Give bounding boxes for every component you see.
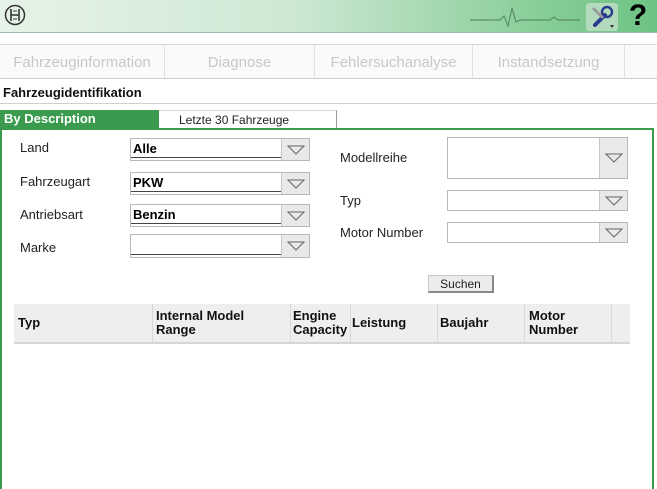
chevron-down-icon[interactable] [281,139,309,160]
motor-number-label: Motor Number [340,225,424,240]
land-label: Land [20,140,49,155]
typ-select[interactable] [447,190,628,211]
modellreihe-select[interactable] [447,137,628,179]
column-header-internal-model-range[interactable]: Internal Model Range [156,304,284,342]
chevron-down-icon[interactable] [599,191,627,210]
column-header-motor-number[interactable]: Motor Number [529,304,609,342]
chevron-down-icon[interactable] [281,205,309,226]
top-bar: ? [0,0,657,33]
page-title: Fahrzeugidentifikation [3,85,142,100]
column-header-typ[interactable]: Typ [18,304,148,342]
main-navigation: Fahrzeuginformation Diagnose Fehlersucha… [0,45,657,79]
antriebsart-label: Antriebsart [20,207,83,222]
chevron-down-icon[interactable] [599,138,627,178]
wrench-settings-icon[interactable] [586,3,618,31]
fahrzeugart-label: Fahrzeugart [20,174,91,189]
tab-diagnose[interactable]: Diagnose [165,45,315,78]
marke-label: Marke [20,240,57,255]
modellreihe-label: Modellreihe [340,150,408,165]
chevron-down-icon[interactable] [281,173,309,194]
tab-fehlersuchanalyse[interactable]: Fehlersuchanalyse [315,45,473,78]
motor-number-select[interactable] [447,222,628,243]
antriebsart-value: Benzin [133,207,176,222]
fahrzeugart-select[interactable]: PKW [130,172,310,195]
help-icon[interactable]: ? [623,0,653,32]
chevron-down-icon[interactable] [599,223,627,242]
tab-by-description[interactable]: By Description [0,110,159,128]
marke-select[interactable] [130,234,310,258]
antriebsart-select[interactable]: Benzin [130,204,310,227]
heartbeat-decoration-icon [470,7,580,29]
land-select[interactable]: Alle [130,138,310,161]
fahrzeugart-value: PKW [133,175,164,190]
tab-instandsetzung[interactable]: Instandsetzung [473,45,625,78]
typ-label: Typ [340,193,361,208]
tab-letzte-30-fahrzeuge[interactable]: Letzte 30 Fahrzeuge [159,110,337,128]
chevron-down-icon[interactable] [281,235,309,257]
column-header-baujahr[interactable]: Baujahr [440,304,524,342]
land-value: Alle [133,141,157,156]
results-table-header: Typ Internal Model Range Engine Capacity… [14,304,630,344]
results-table-body [14,344,630,484]
column-header-leistung[interactable]: Leistung [352,304,436,342]
bosch-logo-icon [4,4,26,26]
tab-fahrzeuginformation[interactable]: Fahrzeuginformation [0,45,165,78]
column-header-engine-capacity[interactable]: Engine Capacity [293,304,351,342]
search-button[interactable]: Suchen [428,275,494,293]
